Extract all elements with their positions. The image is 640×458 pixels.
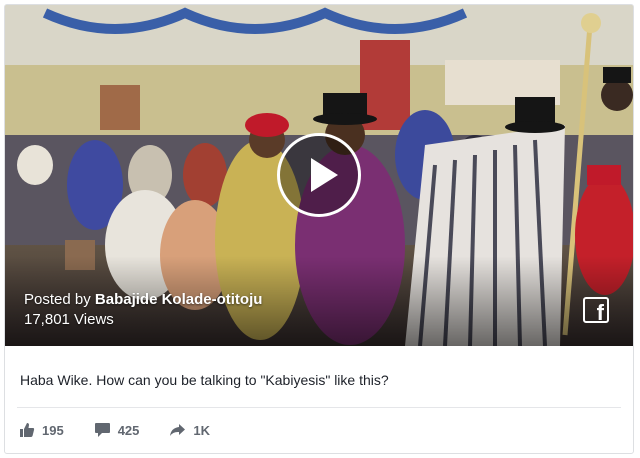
- comment-icon: [94, 423, 110, 437]
- share-arrow-icon: [170, 424, 186, 436]
- author-name[interactable]: Babajide Kolade-otitoju: [95, 291, 263, 308]
- share-count: 1K: [193, 422, 211, 438]
- posted-by-line: Posted by Babajide Kolade-otitoju: [24, 290, 262, 309]
- video-player[interactable]: Posted by Babajide Kolade-otitoju 17,801…: [5, 5, 633, 346]
- video-post-card: Posted by Babajide Kolade-otitoju 17,801…: [4, 4, 634, 454]
- play-icon: [311, 158, 338, 192]
- like-count: 195: [42, 422, 64, 438]
- post-caption: Haba Wike. How can you be talking to "Ka…: [20, 372, 389, 388]
- posted-by-prefix: Posted by: [24, 291, 91, 308]
- divider: [17, 407, 621, 408]
- play-button[interactable]: [277, 133, 361, 217]
- share-button[interactable]: 1K: [169, 422, 210, 438]
- comment-count: 425: [117, 422, 140, 438]
- thumbs-up-icon: [20, 423, 35, 437]
- comment-button[interactable]: 425: [94, 422, 140, 438]
- facebook-icon[interactable]: f: [583, 297, 609, 324]
- like-button[interactable]: 195: [19, 422, 64, 438]
- action-bar: 195 425 1K: [19, 419, 240, 441]
- view-count: 17,801 Views: [24, 311, 114, 328]
